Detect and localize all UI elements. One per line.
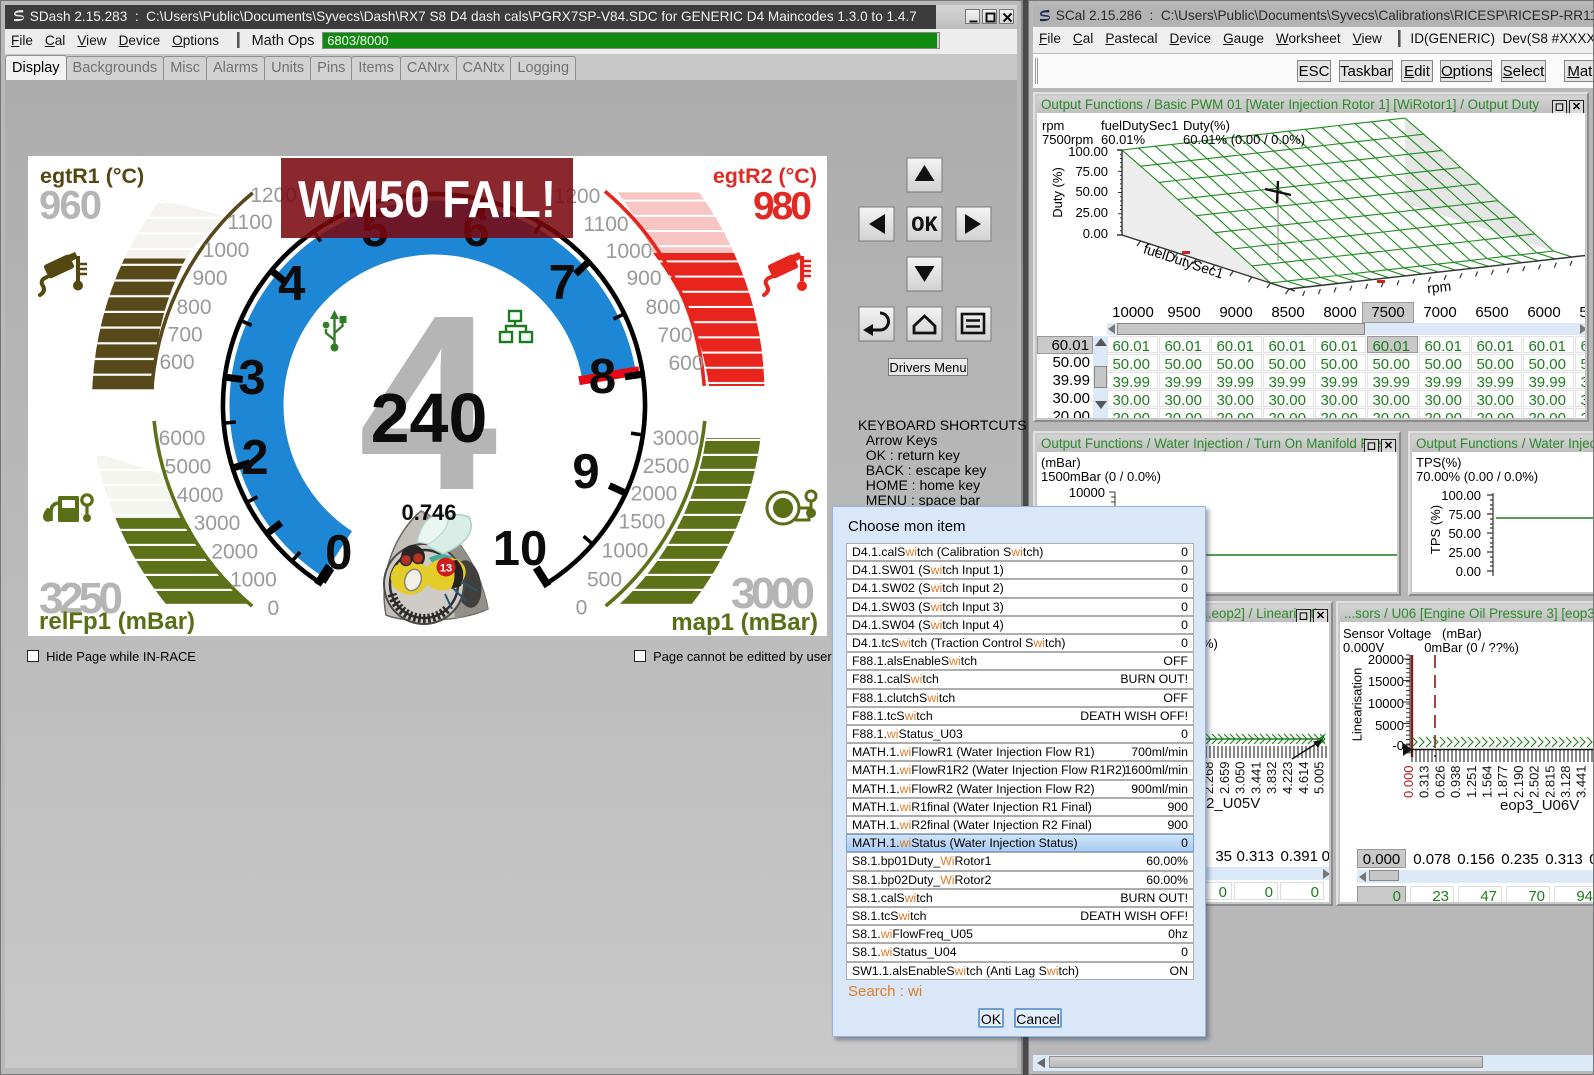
svg-text:4.223: 4.223 (1280, 761, 1295, 794)
svg-text:600: 600 (159, 351, 194, 374)
svg-text:4: 4 (278, 257, 305, 311)
svg-text:2_U05V: 2_U05V (1206, 795, 1260, 812)
svg-text:7: 7 (549, 256, 576, 310)
svg-text:10: 10 (493, 522, 548, 576)
svg-text:OK: OK (911, 213, 938, 238)
svg-text:5.005: 5.005 (1312, 761, 1327, 794)
svg-text:map1 (mBar): map1 (mBar) (671, 609, 818, 636)
svg-text:1000: 1000 (203, 239, 250, 262)
svg-text:3.832: 3.832 (1264, 761, 1279, 794)
svg-text:980: 980 (753, 185, 812, 228)
svg-text:3.441: 3.441 (1248, 761, 1263, 794)
svg-text:4.614: 4.614 (1296, 761, 1311, 794)
svg-text:3.050: 3.050 (1233, 761, 1248, 794)
svg-text:0.938: 0.938 (1448, 765, 1463, 798)
svg-text:0.000: 0.000 (1401, 765, 1416, 798)
svg-text:8: 8 (589, 350, 616, 404)
svg-text:2.815: 2.815 (1542, 765, 1557, 798)
svg-text:1.251: 1.251 (1464, 765, 1479, 798)
svg-text:1100: 1100 (583, 213, 628, 236)
svg-text:1.877: 1.877 (1495, 765, 1510, 798)
svg-text:2.502: 2.502 (1527, 765, 1542, 798)
svg-text:relFp1 (mBar): relFp1 (mBar) (39, 608, 195, 635)
svg-text:2500: 2500 (643, 455, 690, 478)
svg-text:900: 900 (626, 267, 661, 290)
svg-text:3000: 3000 (194, 512, 241, 535)
svg-text:1100: 1100 (227, 211, 272, 234)
svg-text:eop3_U06V: eop3_U06V (1500, 797, 1579, 814)
svg-text:0: 0 (325, 526, 352, 580)
svg-text:5000: 5000 (165, 456, 212, 479)
svg-text:0: 0 (268, 597, 280, 620)
svg-text:1000: 1000 (606, 240, 653, 263)
svg-text:4000: 4000 (177, 484, 224, 507)
svg-text:1000: 1000 (602, 539, 649, 562)
svg-text:6000: 6000 (159, 427, 206, 450)
svg-text:2.659: 2.659 (1217, 761, 1232, 794)
svg-text:3: 3 (238, 351, 265, 405)
svg-text:0.626: 0.626 (1432, 765, 1447, 798)
svg-text:900: 900 (192, 267, 227, 290)
svg-text:600: 600 (668, 352, 703, 375)
svg-text:500: 500 (587, 568, 622, 591)
svg-text:3.128: 3.128 (1558, 765, 1573, 798)
svg-text:700: 700 (168, 324, 203, 347)
svg-text:700: 700 (657, 324, 692, 347)
svg-text:2: 2 (241, 431, 268, 485)
svg-text:2000: 2000 (631, 483, 678, 506)
svg-text:2000: 2000 (211, 541, 258, 564)
svg-text:1500: 1500 (619, 510, 666, 533)
svg-text:0.746: 0.746 (401, 500, 456, 525)
svg-text:1.564: 1.564 (1480, 765, 1495, 798)
svg-text:1000: 1000 (230, 569, 277, 592)
svg-text:2.190: 2.190 (1511, 765, 1526, 798)
svg-text:800: 800 (176, 296, 211, 319)
svg-text:13: 13 (440, 563, 452, 575)
svg-text:240: 240 (371, 379, 488, 457)
svg-text:9: 9 (572, 445, 599, 499)
svg-text:800: 800 (645, 296, 680, 319)
svg-text:0: 0 (576, 596, 588, 619)
svg-text:WM50 FAIL!: WM50 FAIL! (298, 171, 556, 229)
svg-text:0.313: 0.313 (1417, 765, 1432, 798)
svg-text:960: 960 (39, 184, 102, 228)
svg-text:3000: 3000 (652, 427, 699, 450)
svg-text:3.441: 3.441 (1574, 765, 1589, 798)
